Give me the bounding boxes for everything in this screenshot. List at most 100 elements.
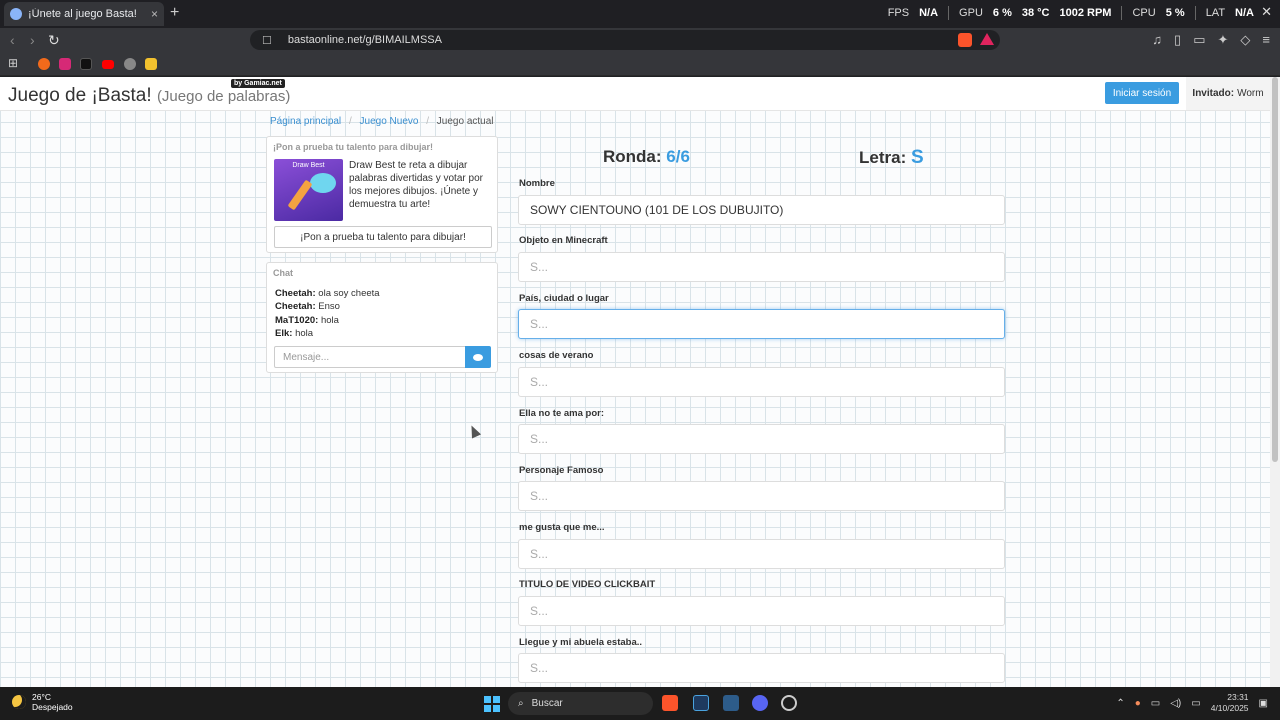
login-button[interactable]: Iniciar sesión xyxy=(1105,82,1179,104)
breadcrumb-new-game-link[interactable]: Juego Nuevo xyxy=(360,116,419,127)
chevron-up-icon[interactable]: ⌃ xyxy=(1116,698,1124,709)
field-label-verano: cosas de verano xyxy=(519,350,594,361)
tab-close-icon[interactable]: × xyxy=(151,7,158,21)
gpu-label: GPU xyxy=(959,7,983,19)
chat-heading: Chat xyxy=(273,268,293,278)
weather-widget[interactable]: 26°C Despejado xyxy=(12,692,73,712)
promo-button[interactable]: ¡Pon a prueba tu talento para dibujar! xyxy=(274,226,492,248)
cpu-value: 5 % xyxy=(1165,7,1185,19)
bookmark-tiktok-icon[interactable] xyxy=(80,58,92,70)
breadcrumb-home-link[interactable]: Página principal xyxy=(270,116,341,127)
draw-best-caption: Draw Best xyxy=(292,162,325,169)
chat-send-button[interactable] xyxy=(465,346,491,368)
field-input-nombre[interactable]: SOWY CIENTOUNO (101 DE LOS DUBUJITO) xyxy=(518,195,1005,225)
notification-icon[interactable]: ▣ xyxy=(1259,698,1268,709)
field-label-objeto: Objeto en Minecraft xyxy=(519,235,608,246)
site-title[interactable]: Juego de ¡Basta! (Juego de palabras) xyxy=(8,85,290,107)
sidebar-icon[interactable]: ▯ xyxy=(1174,32,1181,48)
leo-icon[interactable]: ✦ xyxy=(1218,32,1229,48)
chat-text: hola xyxy=(320,314,339,326)
bookmark-chatgpt-icon[interactable] xyxy=(124,58,136,70)
new-tab-button[interactable]: + xyxy=(170,4,179,22)
promo-heading: ¡Pon a prueba tu talento para dibujar! xyxy=(273,142,434,152)
close-window-icon[interactable]: ✕ xyxy=(1261,4,1272,20)
chat-text: Enso xyxy=(318,301,340,313)
brave-shields-icon[interactable] xyxy=(958,33,972,47)
battery-icon[interactable]: ▭ xyxy=(1191,698,1200,709)
divider xyxy=(1121,6,1123,20)
app-taskbar-icon[interactable] xyxy=(723,695,739,711)
round-indicator: Ronda: 6/6 xyxy=(603,147,690,167)
bookmark-icon[interactable]: ☐ xyxy=(262,34,272,47)
reload-icon[interactable]: ↻ xyxy=(48,32,60,49)
breadcrumb-separator: / xyxy=(348,116,352,127)
microphone-icon[interactable]: ● xyxy=(1135,698,1141,709)
page-scrollbar[interactable] xyxy=(1270,77,1280,687)
browser-toolbar: ‹ › ↻ ☐ bastaonline.net/g/BIMAILMSSA ♫ ▯… xyxy=(0,28,1280,52)
weather-temp: 26°C xyxy=(32,692,51,702)
chat-panel: Chat Cheetah: ola soy cheeta Cheetah: En… xyxy=(266,262,498,373)
field-label-nombre: Nombre xyxy=(519,178,555,189)
chat-user: Cheetah: xyxy=(275,288,316,299)
vpn-icon[interactable]: ◇ xyxy=(1240,32,1250,48)
bookmark-youtube-icon[interactable] xyxy=(102,60,114,69)
start-button[interactable] xyxy=(484,696,500,712)
field-input-objeto[interactable]: S... xyxy=(518,252,1005,282)
search-icon: ⌕ xyxy=(518,698,524,709)
browser-tab[interactable]: ¡Únete al juego Basta! × xyxy=(4,2,164,26)
chat-text: hola xyxy=(295,327,314,339)
obs-taskbar-icon[interactable] xyxy=(781,695,797,711)
chat-input[interactable]: Mensaje... xyxy=(274,346,466,368)
page-content: Juego de ¡Basta! (Juego de palabras) by … xyxy=(0,77,1270,687)
divider xyxy=(948,6,950,20)
field-label-abuela: Llegue y mi abuela estaba.. xyxy=(519,637,643,648)
field-label-gusta: me gusta que me... xyxy=(519,522,605,533)
performance-overlay: FPS N/A GPU 6 % 38 °C 1002 RPM CPU 5 % LAT N… xyxy=(888,6,1254,20)
apps-grid-icon[interactable]: ⊞ xyxy=(8,56,20,70)
bookmark-site-icon[interactable] xyxy=(145,58,157,70)
gpu-value: 6 % xyxy=(992,7,1012,19)
back-icon[interactable]: ‹ xyxy=(10,32,15,48)
speech-bubble-icon xyxy=(473,353,483,361)
bookmark-instagram-icon[interactable] xyxy=(59,58,71,70)
chat-message: Elk: hola xyxy=(275,327,380,340)
scrollbar-thumb[interactable] xyxy=(1272,77,1278,462)
divider xyxy=(1194,6,1196,20)
fps-value: N/A xyxy=(919,7,939,19)
field-input-famoso[interactable]: S... xyxy=(518,481,1005,511)
mouse-cursor-icon xyxy=(466,423,482,439)
browser-tab-bar: ¡Únete al juego Basta! × + FPS N/A GPU 6 %… xyxy=(0,0,1280,28)
clock[interactable]: 23:31 4/10/2025 xyxy=(1211,692,1249,714)
fps-label: FPS xyxy=(887,7,910,19)
promo-panel: ¡Pon a prueba tu talento para dibujar! D… xyxy=(266,136,498,253)
field-input-pais[interactable]: S... xyxy=(518,309,1005,339)
draw-best-image[interactable]: Draw Best xyxy=(274,159,343,221)
letter-label: Letra: xyxy=(859,148,907,167)
volume-icon[interactable]: ◁) xyxy=(1170,698,1181,709)
taskbar-search[interactable]: ⌕ Buscar xyxy=(508,692,653,715)
media-icon[interactable]: ♫ xyxy=(1152,32,1162,48)
bookmark-brave-icon[interactable] xyxy=(38,58,50,70)
gamiac-badge[interactable]: by Gamiac.net xyxy=(231,79,285,88)
chat-messages: Cheetah: ola soy cheeta Cheetah: Enso Ma… xyxy=(275,287,380,340)
brave-rewards-icon[interactable] xyxy=(980,33,994,45)
field-input-verano[interactable]: S... xyxy=(518,367,1005,397)
field-input-gusta[interactable]: S... xyxy=(518,539,1005,569)
network-icon[interactable]: ▭ xyxy=(1151,698,1160,709)
wallet-icon[interactable]: ▭ xyxy=(1193,32,1205,48)
field-input-ella[interactable]: S... xyxy=(518,424,1005,454)
address-bar[interactable]: ☐ bastaonline.net/g/BIMAILMSSA xyxy=(250,30,1000,50)
brave-taskbar-icon[interactable] xyxy=(662,695,678,711)
chat-user: MaT1020: xyxy=(275,314,319,326)
clock-date: 4/10/2025 xyxy=(1210,703,1249,713)
taskbar: 26°C Despejado ⌕ Buscar ⌃ ● ▭ ◁) ▭ 23:31… xyxy=(0,687,1280,720)
menu-icon[interactable]: ≡ xyxy=(1262,32,1270,48)
guest-info: Invitado: Worm xyxy=(1186,77,1270,110)
vscode-taskbar-icon[interactable] xyxy=(693,695,709,711)
discord-taskbar-icon[interactable] xyxy=(752,695,768,711)
clock-time: 23:31 xyxy=(1227,692,1249,702)
forward-icon[interactable]: › xyxy=(30,32,35,48)
chat-message: Cheetah: Enso xyxy=(275,300,380,313)
field-input-abuela[interactable]: S... xyxy=(518,653,1005,683)
field-input-clickbait[interactable]: S... xyxy=(518,596,1005,626)
